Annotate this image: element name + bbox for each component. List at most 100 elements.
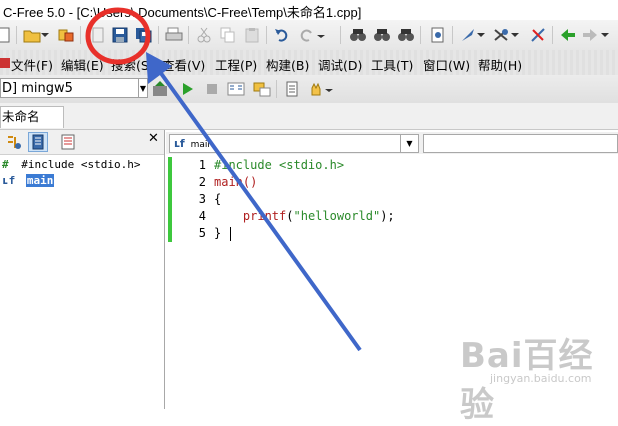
- toolbar-divider: [80, 26, 81, 44]
- menu-view[interactable]: 查看(V): [162, 55, 205, 74]
- code-line-4[interactable]: printf("helloworld");: [214, 208, 395, 225]
- editor-navigation-bar: ʟf main ▼: [166, 132, 618, 154]
- compile-icon[interactable]: [150, 79, 170, 99]
- open-project-icon[interactable]: [56, 25, 76, 45]
- menu-build[interactable]: 构建(B): [266, 55, 309, 74]
- debug-icon[interactable]: [226, 79, 246, 99]
- class-view-pane: ✕ # #include <stdio.h> ʟf main: [0, 130, 165, 409]
- paste-icon[interactable]: [242, 25, 262, 45]
- line-number: 1: [198, 158, 206, 172]
- file-list-icon[interactable]: [28, 132, 48, 152]
- back-arrow-icon[interactable]: [558, 25, 578, 45]
- line-number: 3: [198, 192, 206, 206]
- save-all-icon[interactable]: [134, 25, 154, 45]
- toolbar-divider: [340, 26, 341, 44]
- code-line-1[interactable]: #include <stdio.h>: [214, 157, 344, 174]
- options-icon[interactable]: [528, 25, 548, 45]
- menu-help[interactable]: 帮助(H): [478, 55, 522, 74]
- chevron-down-icon[interactable]: ▼: [400, 134, 419, 153]
- line-number: 4: [198, 209, 206, 223]
- toolbar-divider: [188, 26, 189, 44]
- line-number: 2: [198, 175, 206, 189]
- main-toolbar: [0, 20, 618, 51]
- code-paren: (: [286, 209, 294, 223]
- toolbar-divider: [276, 80, 277, 98]
- class-tree-icon[interactable]: [4, 132, 24, 152]
- close-file-icon[interactable]: [88, 25, 108, 45]
- watermark-site: jingyan.baidu.com: [490, 372, 592, 385]
- text-caret: [230, 227, 231, 241]
- chevron-down-icon[interactable]: [476, 25, 486, 45]
- menu-tools[interactable]: 工具(T): [371, 55, 413, 74]
- tools-icon[interactable]: [492, 25, 512, 45]
- tree-item-main[interactable]: ʟf main: [2, 173, 55, 189]
- function-icon: ʟf: [2, 174, 16, 187]
- window-title: C-Free 5.0 - [C:\Users\ Documents\C-Free…: [3, 5, 362, 20]
- hand-icon[interactable]: [306, 79, 326, 99]
- forward-arrow-icon[interactable]: [580, 25, 600, 45]
- class-combo[interactable]: [423, 134, 618, 153]
- compile-toolbar: D] mingw5 ▼: [0, 75, 618, 104]
- stop-icon[interactable]: [202, 79, 222, 99]
- function-icon: ʟf: [174, 137, 185, 150]
- function-combo-value: main: [190, 140, 214, 150]
- line-number-gutter: 1 2 3 4 5: [166, 155, 210, 409]
- chevron-down-icon[interactable]: [324, 79, 334, 99]
- replace-icon[interactable]: [396, 25, 416, 45]
- include-icon: #: [2, 158, 9, 171]
- file-tab-bar: 未命名1.cpp: [0, 103, 618, 144]
- find-icon[interactable]: [348, 25, 368, 45]
- code-function-call: printf: [242, 209, 287, 223]
- copy-icon[interactable]: [218, 25, 238, 45]
- cut-icon[interactable]: [194, 25, 214, 45]
- code-line-2[interactable]: main(): [214, 174, 257, 191]
- toolbar-divider: [552, 26, 553, 44]
- resource-icon[interactable]: [58, 132, 78, 152]
- undo-icon[interactable]: [272, 25, 292, 45]
- build-all-icon[interactable]: [252, 79, 272, 99]
- code-string: "helloworld": [293, 209, 381, 223]
- code-line-5[interactable]: }: [214, 225, 221, 242]
- toolbar-divider: [158, 26, 159, 44]
- toolbar-divider: [420, 26, 421, 44]
- build-icon[interactable]: [458, 25, 478, 45]
- toolbar-divider: [16, 26, 17, 44]
- tree-item-label: main: [25, 174, 55, 187]
- menu-debug[interactable]: 调试(D): [318, 55, 362, 74]
- document-icon[interactable]: [282, 79, 302, 99]
- function-combo[interactable]: ʟf main: [169, 134, 419, 153]
- save-icon[interactable]: [110, 25, 130, 45]
- compiler-select[interactable]: D] mingw5: [0, 78, 145, 98]
- chevron-down-icon[interactable]: ▼: [138, 78, 148, 98]
- menu-window[interactable]: 窗口(W): [423, 55, 470, 74]
- chevron-down-icon[interactable]: [600, 25, 610, 45]
- menu-search[interactable]: 搜索(S): [111, 55, 154, 74]
- class-view-toolbar: ✕: [0, 130, 164, 155]
- find-next-icon[interactable]: [372, 25, 392, 45]
- tab-file[interactable]: 未命名1.cpp: [0, 106, 64, 144]
- new-file-icon[interactable]: [0, 25, 14, 45]
- baidu-watermark: Bai百经验 jingyan.baidu.com: [460, 328, 618, 426]
- chevron-down-icon[interactable]: [316, 25, 326, 45]
- title-bar: C-Free 5.0 - [C:\Users\ Documents\C-Free…: [0, 0, 618, 20]
- tree-item-label: #include <stdio.h>: [21, 158, 141, 171]
- menu-project[interactable]: 工程(P): [215, 55, 257, 74]
- modified-lines-marker: [168, 157, 172, 242]
- code-line-3[interactable]: {: [214, 191, 221, 208]
- chevron-down-icon[interactable]: [510, 25, 520, 45]
- tree-item-include[interactable]: # #include <stdio.h>: [2, 157, 140, 173]
- code-paren: );: [380, 209, 395, 223]
- run-icon[interactable]: [178, 79, 198, 99]
- open-folder-icon[interactable]: [22, 25, 42, 45]
- find-in-files-icon[interactable]: [428, 25, 448, 45]
- chevron-down-icon[interactable]: [40, 25, 50, 45]
- menu-bar: 文件(F) 编辑(E) 搜索(S) 查看(V) 工程(P) 构建(B) 调试(D…: [0, 50, 618, 75]
- toolbar-divider: [266, 26, 267, 44]
- line-number: 5: [198, 226, 206, 240]
- toolbar-divider: [452, 26, 453, 44]
- print-icon[interactable]: [164, 25, 184, 45]
- menu-edit[interactable]: 编辑(E): [61, 55, 104, 74]
- menu-file[interactable]: 文件(F): [11, 55, 53, 74]
- close-icon[interactable]: ✕: [148, 131, 159, 146]
- redo-icon[interactable]: [296, 25, 316, 45]
